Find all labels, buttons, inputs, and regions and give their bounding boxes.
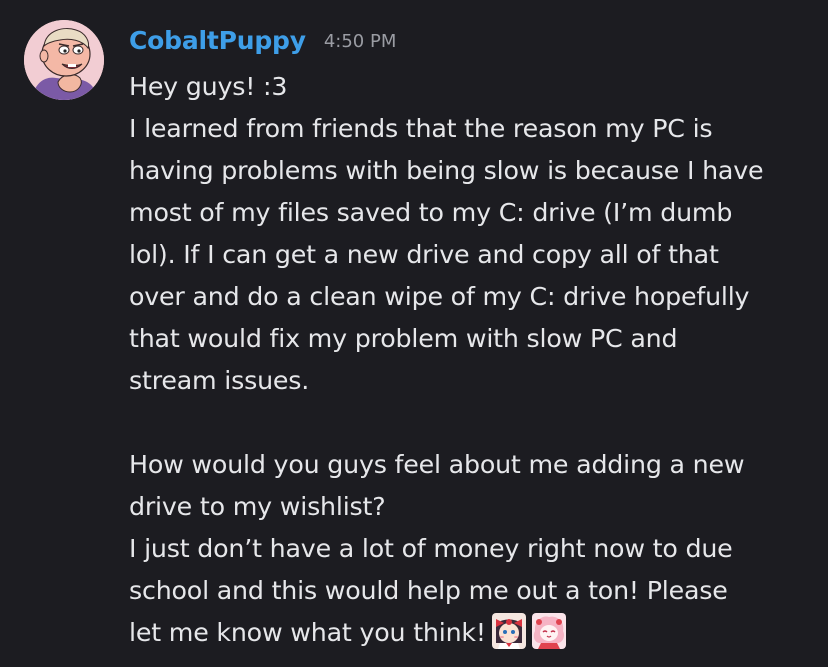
chat-message: CobaltPuppy 4:50 PM Hey guys! :3 I learn… (0, 0, 828, 667)
message-line: drive to my wishlist? (129, 492, 386, 521)
message-line: school and this would help me out a ton!… (129, 576, 728, 605)
message-line: lol). If I can get a new drive and copy … (129, 240, 719, 269)
user-avatar[interactable] (24, 20, 104, 100)
message-content: Hey guys! :3 I learned from friends that… (129, 66, 819, 654)
message-line: over and do a clean wipe of my C: drive … (129, 282, 750, 311)
username[interactable]: CobaltPuppy (129, 26, 306, 55)
message-line: that would fix my problem with slow PC a… (129, 324, 678, 353)
message-line: stream issues. (129, 366, 310, 395)
custom-emote-girl-red-bow-icon[interactable] (491, 613, 526, 649)
message-line: I learned from friends that the reason m… (129, 114, 713, 143)
message-line: most of my files saved to my C: drive (I… (129, 198, 733, 227)
timestamp[interactable]: 4:50 PM (324, 31, 397, 52)
message-line: Hey guys! :3 (129, 72, 288, 101)
message-line: having problems with being slow is becau… (129, 156, 764, 185)
message-line: I just don’t have a lot of money right n… (129, 534, 733, 563)
cartoon-boy-avatar-icon (24, 20, 104, 100)
message-last-line: let me know what you think! (129, 612, 819, 654)
custom-emote-pink-character-icon[interactable] (531, 613, 566, 649)
message-line: How would you guys feel about me adding … (129, 450, 745, 479)
message-line-text: let me know what you think! (129, 618, 486, 647)
message-header: CobaltPuppy 4:50 PM (129, 26, 396, 55)
